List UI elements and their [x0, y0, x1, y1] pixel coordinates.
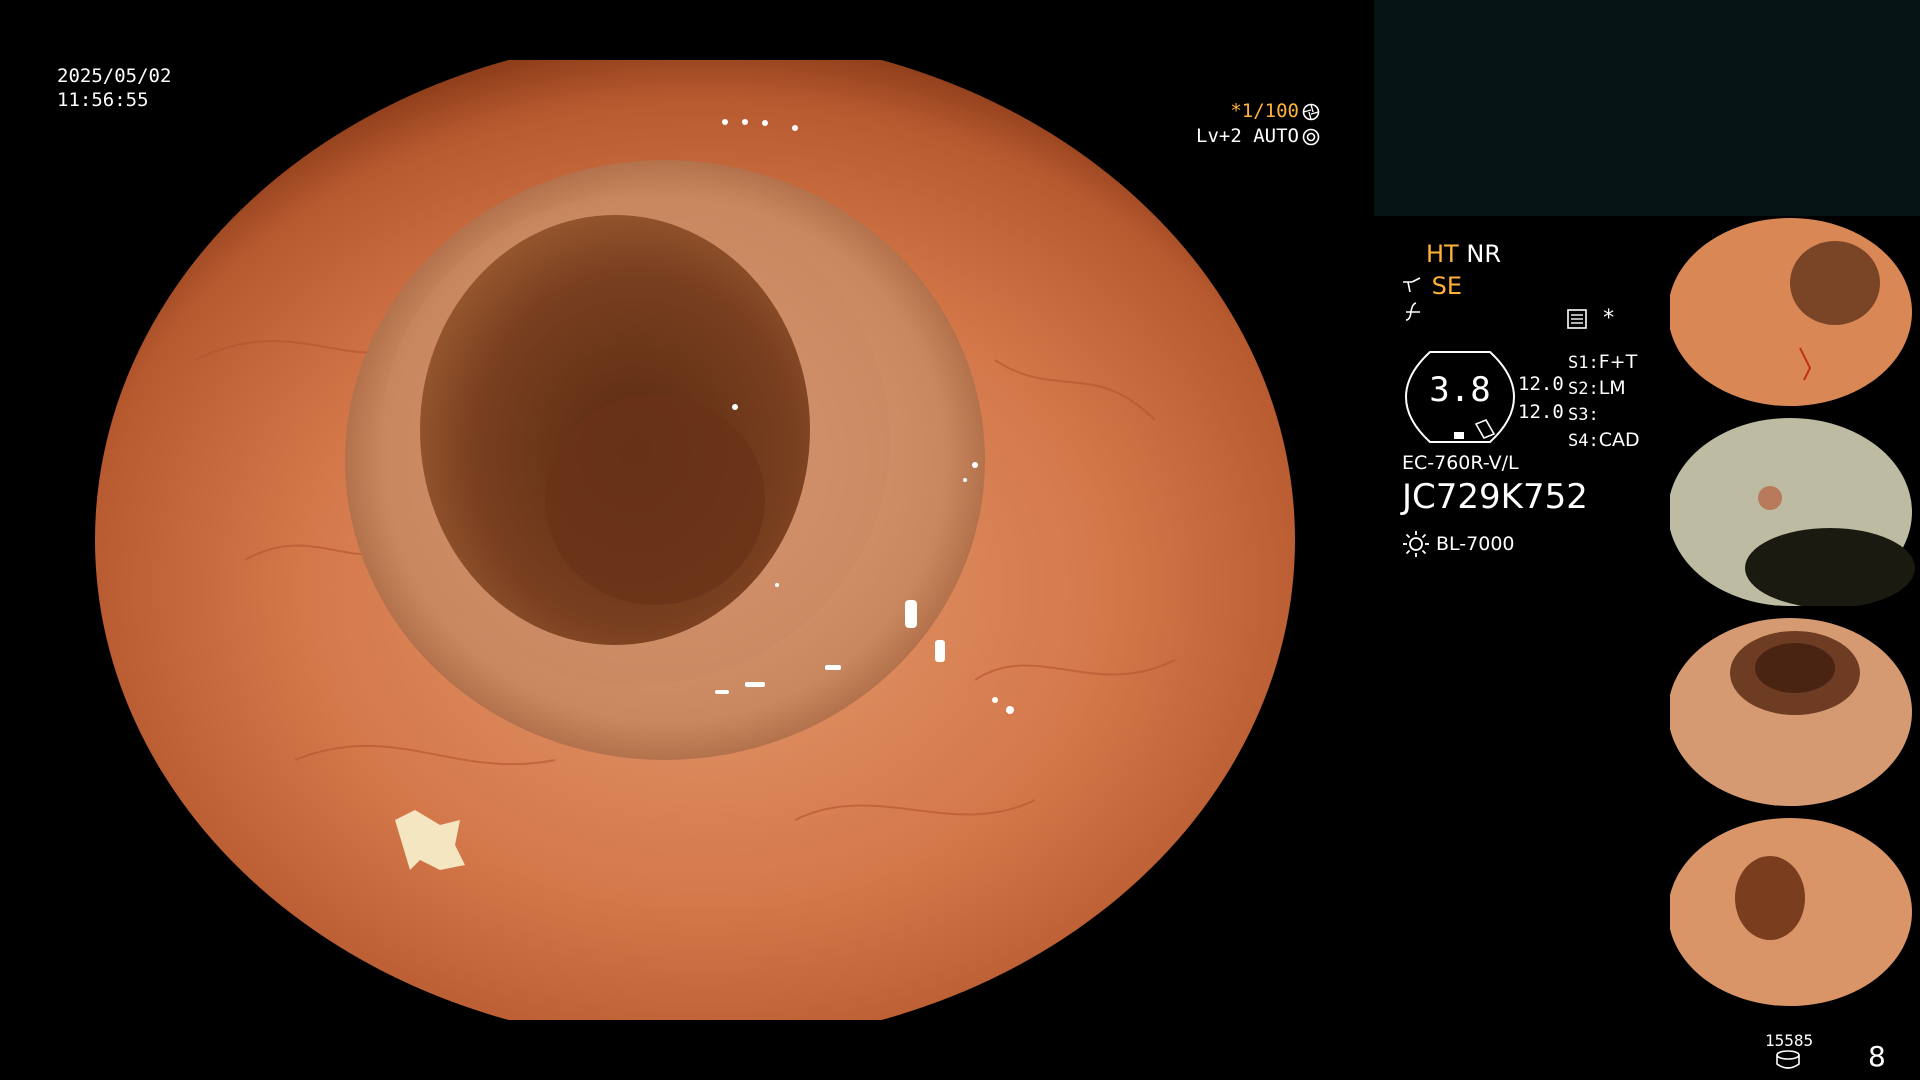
- scope-serial: JC729K752: [1402, 477, 1588, 517]
- mode-icon-line: [1402, 300, 1424, 330]
- time-text: 11:56:55: [57, 89, 149, 111]
- thumbnail-image: [1670, 618, 1912, 806]
- thumbnail-image: [1670, 818, 1912, 1006]
- light-source-label: BL-7000: [1436, 533, 1515, 555]
- exposure-overlay: *1/100 Lv+2 AUTO: [1196, 99, 1320, 149]
- light-sun-icon: [1403, 531, 1429, 557]
- date-text: 2025/05/02: [57, 65, 172, 87]
- nr-label: NR: [1466, 240, 1501, 268]
- switch-row: S2:LM: [1568, 377, 1626, 399]
- disk-icon: [1776, 1050, 1800, 1069]
- thumbnail-image: [1670, 418, 1915, 606]
- captured-thumbnail-3[interactable]: [1670, 618, 1920, 806]
- captured-thumbnail-2[interactable]: [1670, 418, 1920, 606]
- switch-row: S3:: [1568, 405, 1599, 425]
- image-counter: 15585: [1765, 1031, 1814, 1050]
- memory-card-icon: [1567, 308, 1587, 329]
- enhancement-value: 3.8: [1429, 370, 1491, 410]
- gain-bottom: 12.0: [1518, 401, 1564, 423]
- scope-switch-list: S1:F+T S2:LM S3: S4:CAD: [1568, 350, 1640, 454]
- scope-bend-icon: [1403, 277, 1421, 293]
- structure-enhancement-indicator: SE: [1402, 272, 1462, 300]
- ht-label: HT: [1426, 240, 1459, 268]
- enhancement-gauge: 3.8: [1402, 350, 1518, 444]
- auto-iris-icon: [1302, 128, 1320, 145]
- colon-lumen-image: [95, 60, 1295, 1020]
- scope-model: EC-760R-V/L: [1402, 452, 1519, 474]
- light-level-text: Lv+2 AUTO: [1196, 125, 1299, 147]
- captured-thumbnail-4[interactable]: [1670, 818, 1920, 1006]
- info-panel-background: [1374, 0, 1920, 216]
- switch-row: S4:CAD: [1568, 429, 1640, 451]
- captured-thumbnail-1[interactable]: [1670, 218, 1920, 406]
- switch-row: S1:F+T: [1568, 351, 1638, 373]
- se-label: SE: [1431, 272, 1463, 300]
- light-source: BL-7000: [1402, 530, 1515, 558]
- shutter-aperture-icon: [1302, 103, 1320, 120]
- datetime-overlay: 2025/05/02 11:56:55: [57, 64, 171, 112]
- endoscope-main-view: [95, 60, 1315, 1020]
- gain-values: 12.0 12.0: [1518, 370, 1564, 426]
- ht-nr-indicator: HT NR: [1426, 240, 1501, 268]
- page-number: 8: [1868, 1040, 1886, 1073]
- asterisk-indicator: *: [1602, 306, 1616, 331]
- function-mode-icon: [1405, 302, 1420, 321]
- thumbnail-image: [1670, 218, 1912, 406]
- gain-top: 12.0: [1518, 373, 1564, 395]
- memory-indicators: *: [1566, 306, 1615, 331]
- shutter-speed-text: *1/100: [1230, 100, 1299, 122]
